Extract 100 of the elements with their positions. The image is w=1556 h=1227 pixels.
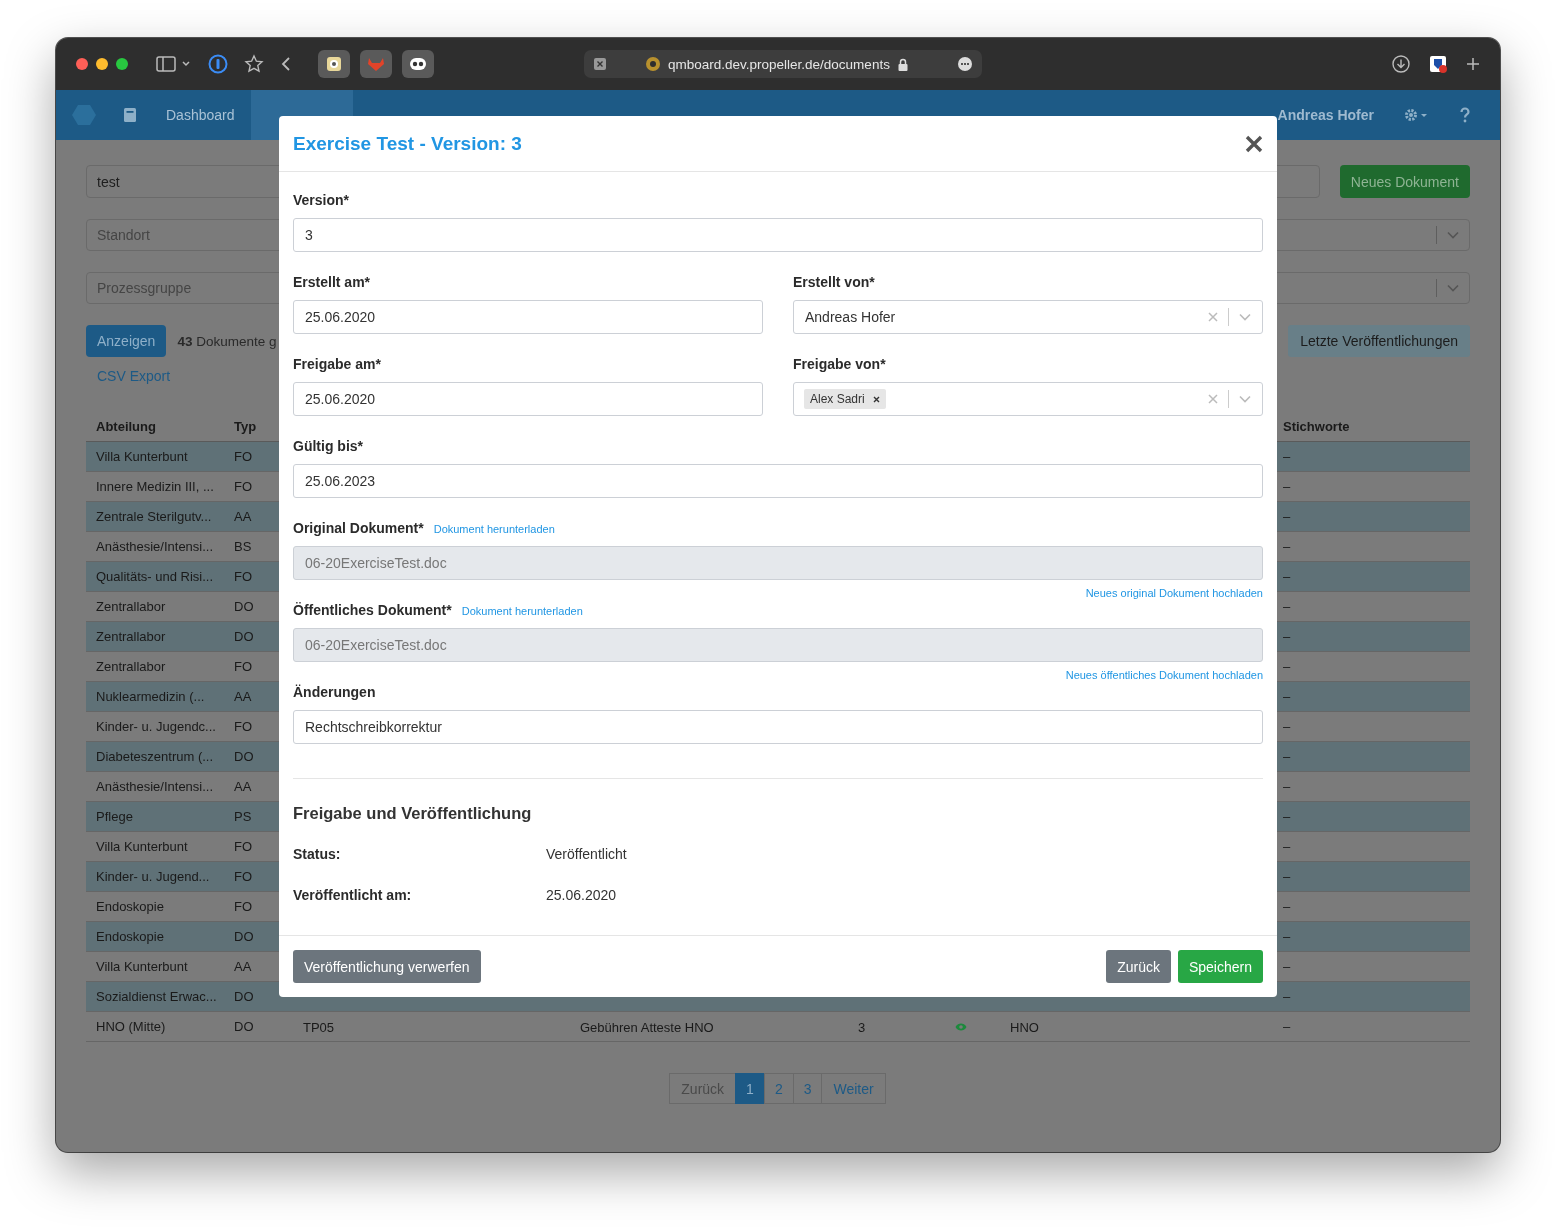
table-cell-text: FO [233,659,254,674]
table-cell-text: Nuklearmedizin (... [95,689,206,704]
document-count: 43 Dokumente g [177,333,277,349]
table-cell-text: FO [233,479,254,494]
table-cell-text: – [1282,449,1292,464]
table-cell-text: Zentrallabor [95,659,167,674]
table-cell-text: Diabeteszentrum (... [95,749,215,764]
chevron-down-icon[interactable] [182,61,190,67]
table-cell-text: Endoskopie [95,899,165,914]
page-button[interactable]: 1 [735,1073,765,1104]
text-field[interactable]: 3 [293,218,1263,252]
table-cell-text: – [1282,989,1292,1004]
latest-publications-button[interactable]: Letzte Veröffentlichungen [1288,325,1470,357]
table-cell-text: HNO (Mitte) [95,1019,167,1034]
minimize-window-icon[interactable] [96,58,108,70]
chevron-down-icon [1447,231,1459,239]
field-label: Freigabe von* [793,356,886,372]
download-icon[interactable] [1392,55,1410,73]
extension-icon[interactable] [318,50,350,78]
new-document-button[interactable]: Neues Dokument [1339,165,1470,198]
download-link[interactable]: Dokument herunterladen [433,523,555,535]
table-cell-text: Sozialdienst Erwac... [95,989,218,1004]
close-icon[interactable] [1245,134,1263,153]
table-cell-text: – [1282,479,1292,494]
info-value: Veröffentlicht [546,846,627,863]
field-label: Original Dokument* [293,520,424,536]
table-cell-text: Zentrale Sterilgutv... [95,509,213,524]
table-cell-text: Kinder- u. Jugendc... [95,719,217,734]
field-label: Öffentliches Dokument* [293,602,452,618]
text-field[interactable]: 25.06.2020 [293,382,763,416]
close-window-icon[interactable] [76,58,88,70]
table-cell-text: – [1282,569,1292,584]
show-button[interactable]: Anzeigen [86,325,167,357]
table-cell-text: Kinder- u. Jugend... [95,869,211,884]
table-cell-text: – [1282,659,1292,674]
settings-icon[interactable] [1404,108,1430,122]
table-cell-text: DO [233,989,255,1004]
table-cell-text: 3 [857,1019,866,1035]
table-cell-text: – [1282,599,1292,614]
help-icon[interactable] [1460,107,1470,123]
table-cell-text: DO [233,1019,255,1034]
table-cell-text: – [1282,779,1292,794]
text-field[interactable]: Rechtschreibkorrektur [293,710,1263,744]
table-cell-text: FO [233,899,254,914]
table-cell-text: Zentrallabor [95,629,167,644]
selected-tag: Alex Sadri [804,389,886,409]
shield-extension-icon[interactable] [1428,54,1448,74]
table-cell-text: Villa Kunterbunt [95,449,189,464]
file-name-field: 06-20ExerciseTest.doc [293,628,1263,662]
table-cell-text: – [1282,689,1292,704]
back-icon[interactable] [280,56,292,72]
tab-close-icon[interactable] [594,58,606,70]
upload-link[interactable]: Neues öffentliches Dokument hochladen [1065,669,1263,681]
table-cell-text: – [1282,929,1292,944]
table-cell-text: HNO [1009,1019,1039,1035]
table-cell-text: – [1282,839,1292,854]
table-cell-text: AA [233,779,253,794]
column-header: Typ [233,419,258,434]
user-name[interactable]: Andreas Hofer [1277,107,1374,123]
text-field[interactable]: 25.06.2023 [293,464,1263,498]
fox-extension-icon[interactable] [360,50,392,78]
table-cell-text: FO [233,449,254,464]
file-name-field: 06-20ExerciseTest.doc [293,546,1263,580]
multi-select-field[interactable]: Alex Sadri [793,382,1263,416]
nav-link[interactable]: Dashboard [166,107,235,123]
table-cell-text: Pflege [95,809,134,824]
table-cell-text: – [1282,1019,1292,1034]
table-cell-text: – [1282,509,1292,524]
text-field[interactable]: 25.06.2020 [293,300,763,334]
table-cell-text: Qualitäts- und Risi... [95,569,215,584]
sidebar-icon[interactable] [156,56,176,72]
table-cell-text: BS [233,539,253,554]
table-cell-text: – [1282,629,1292,644]
dialog-button[interactable]: Zurück [1106,950,1171,983]
table-cell-text: Anästhesie/Intensi... [95,779,215,794]
field-label: Erstellt von* [793,274,875,290]
circle-key-icon[interactable] [208,54,228,74]
table-cell-text: Anästhesie/Intensi... [95,539,215,554]
star-icon[interactable] [244,54,264,74]
book-icon[interactable] [124,108,136,122]
table-cell-text: – [1282,719,1292,734]
table-cell-text: – [1282,749,1292,764]
more-icon[interactable] [958,57,972,71]
upload-link[interactable]: Neues original Dokument hochladen [1085,587,1263,599]
site-favicon-icon [646,57,660,71]
zoom-window-icon[interactable] [116,58,128,70]
table-cell-text: AA [233,959,253,974]
table-cell-text: – [1282,869,1292,884]
table-cell-text: DO [233,599,255,614]
table-row[interactable]: HNO (Mitte) DO TP05 Gebühren Atteste HNO 3 HNO – [86,1012,1470,1042]
extension-icon[interactable] [402,50,434,78]
remove-icon[interactable] [872,395,880,403]
table-cell-text: FO [233,569,254,584]
new-tab-icon[interactable] [1466,57,1480,71]
dialog-button[interactable]: Veröffentlichung verwerfen [293,950,481,983]
table-cell-text: – [1282,959,1292,974]
table-cell-text: Endoskopie [95,929,165,944]
dialog-button[interactable]: Speichern [1177,950,1263,983]
download-link[interactable]: Dokument herunterladen [461,605,583,617]
column-header: Abteilung [95,419,157,434]
